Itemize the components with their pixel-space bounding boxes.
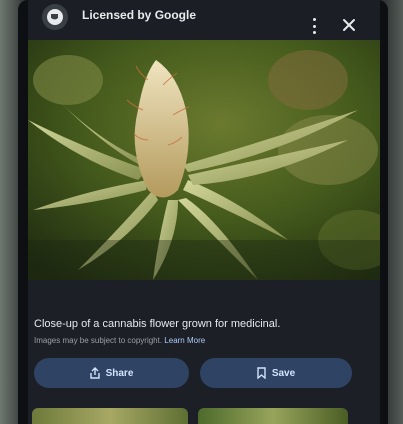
related-image-thumbnail[interactable] [198, 408, 348, 424]
share-button[interactable]: Share [34, 358, 189, 388]
image-caption: Close-up of a cannabis flower grown for … [34, 318, 281, 330]
source-logo-icon[interactable] [42, 4, 68, 30]
close-icon[interactable] [342, 18, 356, 32]
save-label: Save [271, 367, 296, 379]
main-photo[interactable] [28, 40, 380, 280]
viewer-top-bar: Licensed by Google [28, 0, 380, 40]
share-icon [89, 367, 100, 379]
more-vert-icon[interactable] [310, 18, 318, 34]
image-viewer-screen: Licensed by Google Close-up of a cannabi… [28, 0, 380, 424]
save-button[interactable]: Save [200, 358, 352, 388]
copyright-text: Images may be subject to copyright. [34, 336, 163, 345]
share-label: Share [105, 367, 134, 379]
related-image-thumbnail[interactable] [32, 408, 188, 424]
bookmark-icon [257, 367, 266, 379]
source-title[interactable]: Licensed by Google [82, 8, 196, 22]
copyright-notice: Images may be subject to copyright. Lear… [34, 336, 364, 345]
learn-more-link[interactable]: Learn More [164, 336, 205, 345]
